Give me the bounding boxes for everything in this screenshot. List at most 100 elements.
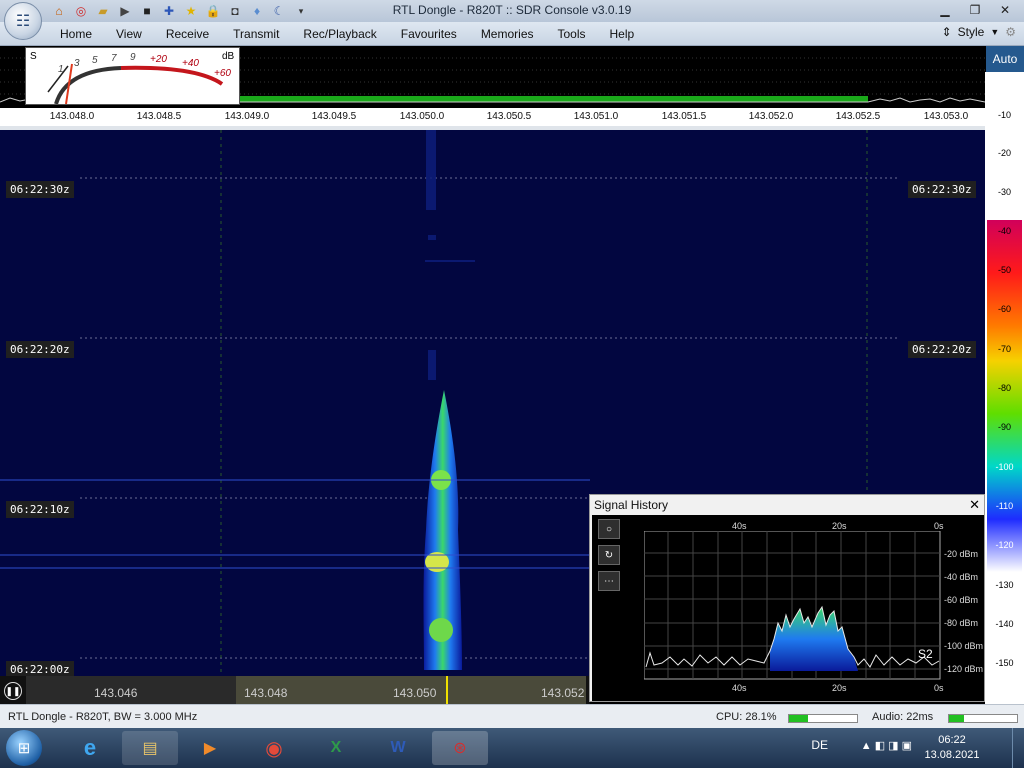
dbm-tick: -20 dBm (944, 549, 979, 559)
history-graph (644, 531, 941, 680)
db-tick: -50 (997, 265, 1011, 275)
tab-tools[interactable]: Tools (546, 26, 598, 42)
cpu-meter (788, 714, 858, 723)
clock-time: 06:22 (938, 734, 966, 746)
excel-icon[interactable]: X (308, 731, 364, 765)
time-tick: 40s (732, 683, 747, 693)
ruler-label: 143.046 (94, 686, 138, 700)
audio-status: Audio: 22ms (872, 711, 934, 723)
device-status: RTL Dongle - R820T, BW = 3.000 MHz (8, 711, 198, 723)
db-tick: -110 (995, 501, 1014, 511)
db-tick: -130 (995, 580, 1014, 590)
freq-tick: 143.052.0 (748, 111, 794, 122)
media-player-icon[interactable]: ▶ (182, 731, 238, 765)
panel-title: Signal History (594, 498, 669, 512)
tab-receive[interactable]: Receive (154, 26, 221, 42)
timestamp-left: 06:22:30z (6, 181, 74, 198)
style-dropdown[interactable]: Style (958, 25, 985, 39)
gear-icon[interactable]: ⚙ (1005, 25, 1016, 39)
dbm-tick: -120 dBm (944, 664, 984, 674)
word-icon[interactable]: W (370, 731, 426, 765)
freq-tick: 143.051.5 (661, 111, 707, 122)
db-scale: -10 -20 -30 -40 -50 -60 -70 -80 -90 -100… (985, 72, 1024, 704)
app-menu-button[interactable]: ☷ (4, 2, 42, 40)
db-tick: -30 (997, 187, 1011, 197)
frequency-ruler[interactable]: 143.046 143.048 143.050 143.052 (26, 676, 586, 704)
tray-icons[interactable]: ▲ ◧ ◨ ▣ (861, 739, 912, 752)
ribbon-bar: Home View Receive Transmit Rec/Playback … (0, 22, 1024, 46)
signal-history-panel[interactable]: Signal History ✕ ○ ↻ ⋯ 40s 20s 0s -20 dB… (589, 494, 985, 702)
ie-icon[interactable]: e (62, 731, 118, 765)
audio-meter-fill (949, 715, 964, 722)
cpu-status: CPU: 28.1% (716, 711, 777, 723)
db-tick: -120 (995, 540, 1014, 550)
minimize-icon[interactable]: ▁ (930, 0, 960, 20)
chrome-icon[interactable]: ◉ (246, 731, 302, 765)
ruler-label: 143.048 (244, 686, 288, 700)
s-label: S (30, 51, 37, 62)
frequency-axis: 143.048.0 143.048.5 143.049.0 143.049.5 … (0, 108, 985, 126)
time-tick: 0s (934, 683, 944, 693)
smeter-tick: 1 (58, 64, 64, 75)
smeter-tick: 7 (111, 53, 117, 64)
db-tick: -60 (997, 304, 1011, 314)
system-clock[interactable]: 06:22 13.08.2021 (922, 733, 982, 763)
ribbon-tabs: Home View Receive Transmit Rec/Playback … (48, 26, 646, 42)
more-icon[interactable]: ⋯ (598, 571, 620, 591)
timestamp-right: 06:22:30z (908, 181, 976, 198)
refresh-icon[interactable]: ↻ (598, 545, 620, 565)
chevron-down-icon[interactable]: ▼ (990, 27, 999, 37)
timestamp-left: 06:22:00z (6, 661, 74, 676)
title-bar: ⌂ ◎ ▰ ▶ ■ ✚ ★ 🔒 ◘ ♦ ☾ ▾ RTL Dongle - R82… (0, 0, 1024, 22)
play-pause-button[interactable]: ❚❚ (4, 682, 22, 700)
db-tick: -70 (997, 344, 1011, 354)
db-tick: -140 (995, 619, 1014, 629)
tab-view[interactable]: View (104, 26, 154, 42)
cpu-meter-fill (789, 715, 809, 722)
freq-tick: 143.051.0 (573, 111, 619, 122)
circle-icon[interactable]: ○ (598, 519, 620, 539)
tab-home[interactable]: Home (48, 26, 104, 42)
db-tick: -90 (997, 422, 1011, 432)
close-icon[interactable]: ✕ (969, 497, 980, 513)
sdr-console-icon[interactable]: ⊛ (432, 731, 488, 765)
language-indicator[interactable]: DE (811, 738, 828, 752)
db-tick: -20 (997, 148, 1011, 158)
close-icon[interactable]: ✕ (990, 0, 1020, 20)
tab-help[interactable]: Help (598, 26, 647, 42)
audio-meter (948, 714, 1018, 723)
time-tick: 40s (732, 521, 747, 531)
ruler-label: 143.050 (393, 686, 437, 700)
bottom-frequency-bar[interactable]: ❚❚ 143.046 143.048 143.050 143.052 (0, 676, 590, 704)
restore-icon[interactable]: ❐ (960, 0, 990, 20)
collapse-icon[interactable]: ⇕ (942, 25, 952, 39)
smeter-tick: 5 (92, 55, 98, 66)
timestamp-left: 06:22:10z (6, 501, 74, 518)
time-tick: 20s (832, 683, 847, 693)
status-bar: RTL Dongle - R820T, BW = 3.000 MHz CPU: … (0, 704, 1024, 728)
auto-button[interactable]: Auto (986, 46, 1024, 72)
show-desktop-button[interactable] (1012, 728, 1024, 768)
style-control: ⇕ Style ▼ ⚙ (942, 25, 1016, 39)
tuning-marker (446, 676, 448, 704)
smeter-tick: 3 (74, 58, 80, 69)
db-label: dB (222, 51, 235, 62)
tab-transmit[interactable]: Transmit (221, 26, 291, 42)
tab-rec-playback[interactable]: Rec/Playback (291, 26, 388, 42)
tab-memories[interactable]: Memories (469, 26, 546, 42)
time-tick: 20s (832, 521, 847, 531)
smeter-tick: +20 (150, 54, 167, 65)
tab-favourites[interactable]: Favourites (389, 26, 469, 42)
window-controls: ▁ ❐ ✕ (930, 0, 1020, 20)
start-button[interactable]: ⊞ (6, 730, 42, 766)
freq-tick: 143.049.5 (311, 111, 357, 122)
freq-tick: 143.052.5 (835, 111, 881, 122)
time-tick: 0s (934, 521, 944, 531)
freq-tick: 143.053.0 (923, 111, 969, 122)
signal-history-body: ○ ↻ ⋯ 40s 20s 0s -20 dBm -40 dBm -60 dBm… (592, 515, 984, 701)
db-tick: -100 (995, 462, 1014, 472)
explorer-icon[interactable]: ▤ (122, 731, 178, 765)
freq-tick: 143.048.5 (136, 111, 182, 122)
ruler-label: 143.052 (541, 686, 585, 700)
smeter-tick: 9 (130, 52, 136, 63)
